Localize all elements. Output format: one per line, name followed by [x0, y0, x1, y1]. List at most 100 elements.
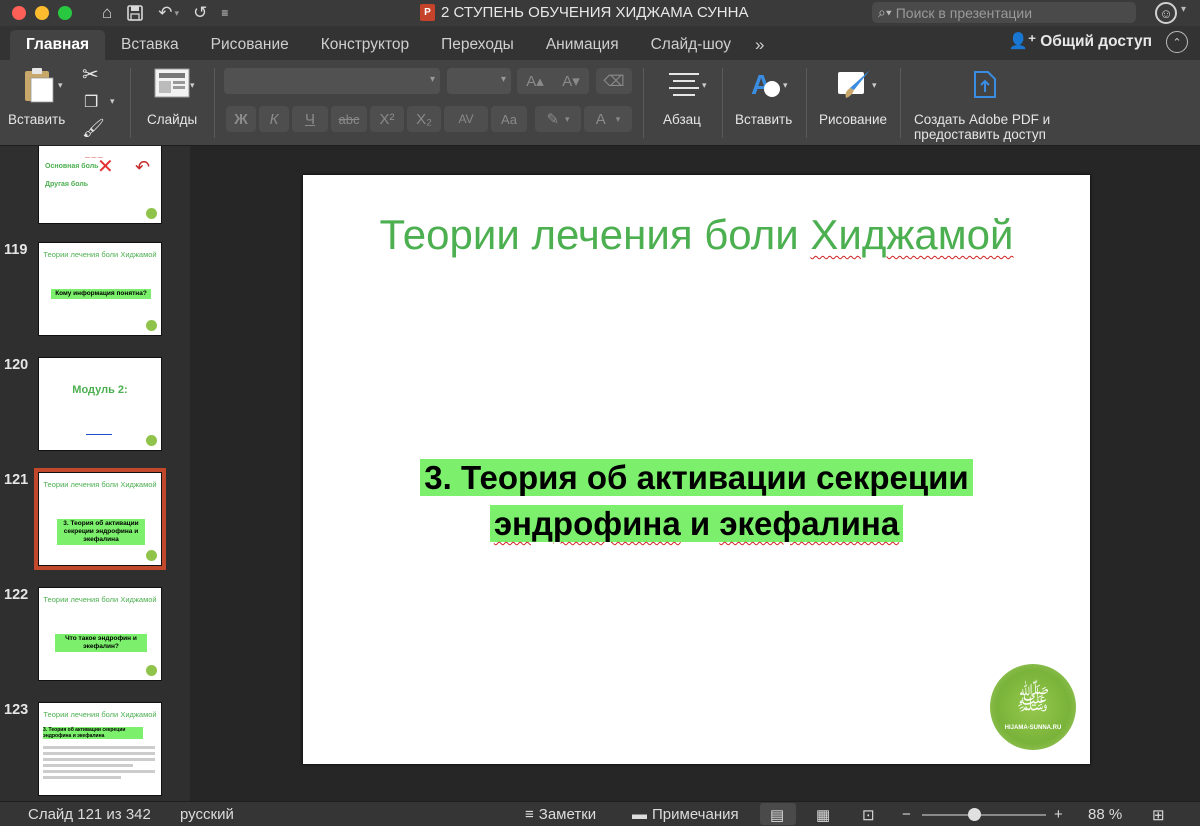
format-painter-icon[interactable]: 🖌 — [82, 118, 105, 139]
comment-icon: ▬ — [632, 806, 647, 823]
highlighter-icon: ✎ — [546, 111, 560, 128]
notes-button[interactable]: ≡ Заметки — [525, 806, 596, 823]
title-bar: ⌂ ↶ ▾ ↺ ≡ P 2 СТУПЕНЬ ОБУЧЕНИЯ ХИДЖАМА СУ… — [0, 0, 1200, 26]
insert-shapes-button[interactable]: A Вставить — [732, 68, 798, 138]
tab-slideshow[interactable]: Слайд-шоу — [635, 30, 747, 60]
slides-caret-icon[interactable]: ▾ — [190, 80, 195, 91]
feedback-smiley-icon[interactable]: ☺ — [1155, 2, 1177, 24]
tab-draw[interactable]: Рисование — [195, 30, 305, 60]
tab-insert[interactable]: Вставка — [105, 30, 195, 60]
font-name-field[interactable]: ▾ — [224, 68, 440, 94]
slide-sorter-icon[interactable]: ▦ — [816, 806, 830, 824]
comments-button[interactable]: ▬ Примечания — [632, 806, 739, 823]
curved-arrow-icon: ↶ — [135, 157, 151, 177]
search-input[interactable]: Поиск в презентации — [896, 5, 1032, 21]
slide-layout-icon — [154, 68, 190, 98]
slide-body-word-enkephalin: экефалина — [719, 505, 900, 542]
minimize-window-button[interactable] — [35, 6, 49, 20]
strikethrough-button[interactable]: abc — [331, 106, 367, 132]
tab-design[interactable]: Конструктор — [305, 30, 425, 60]
font-size-field[interactable]: ▾ — [447, 68, 511, 94]
slides-label: Слайды — [147, 112, 198, 127]
bold-button[interactable]: Ж — [226, 106, 256, 132]
thumb-highlight: 3. Теория об активации секреции эндрофин… — [43, 727, 143, 739]
character-spacing-button[interactable]: AV — [444, 106, 488, 132]
chevron-down-icon[interactable]: ▾ — [1181, 4, 1186, 15]
zoom-level[interactable]: 88 % — [1088, 806, 1122, 823]
slide-thumbnail-panel[interactable]: — — — Основная боль Другая боль ✕ ↶ 119 … — [0, 146, 190, 801]
hijama-sunna-logo: ﷺ HIJAMA-SUNNA.RU — [990, 664, 1076, 750]
save-icon[interactable] — [126, 4, 144, 22]
subscript-button[interactable]: X₂ — [407, 106, 441, 132]
copy-caret-icon[interactable]: ▾ — [110, 96, 115, 107]
create-adobe-pdf-button[interactable]: Создать Adobe PDF и предоставить доступ — [910, 68, 1060, 144]
thumb-line-1: Основная боль — [45, 163, 99, 170]
insert-caret-icon[interactable]: ▾ — [783, 80, 788, 91]
highlight-color-button[interactable]: ✎ ▾ — [535, 106, 581, 132]
clipboard-icon — [25, 68, 54, 103]
document-title-text: 2 СТУПЕНЬ ОБУЧЕНИЯ ХИДЖАМА СУННА — [441, 4, 749, 21]
share-button[interactable]: 👤⁺ Общий доступ — [1009, 32, 1152, 51]
close-window-button[interactable] — [12, 6, 26, 20]
slide-number: 122 — [4, 587, 29, 603]
undo-icon[interactable]: ↶ ▾ — [158, 3, 179, 23]
zoom-out-button[interactable]: − — [902, 806, 911, 823]
tab-home[interactable]: Главная — [10, 30, 106, 60]
home-icon[interactable]: ⌂ — [102, 3, 112, 23]
slide-thumbnail-122[interactable]: Теории лечения боли Хиджамой Что такое э… — [38, 587, 162, 681]
tab-transitions[interactable]: Переходы — [425, 30, 530, 60]
drawing-button[interactable]: Рисование — [816, 68, 892, 138]
font-color-button[interactable]: A ▾ — [584, 106, 632, 132]
paragraph-caret-icon[interactable]: ▾ — [702, 80, 707, 91]
paragraph-label: Абзац — [663, 112, 701, 127]
language-indicator[interactable]: русский — [180, 806, 234, 823]
cut-icon[interactable]: ✂ — [82, 62, 99, 87]
add-person-icon: 👤⁺ — [1008, 33, 1037, 50]
grow-font-button[interactable]: A▴ — [526, 72, 544, 90]
change-case-button[interactable]: Aa — [491, 106, 527, 132]
redo-icon[interactable]: ↺ — [193, 3, 207, 23]
maximize-window-button[interactable] — [58, 6, 72, 20]
logo-icon — [146, 435, 157, 446]
slide-thumbnail-118[interactable]: — — — Основная боль Другая боль ✕ ↶ — [38, 146, 162, 224]
paste-options-caret-icon[interactable]: ▾ — [58, 80, 63, 91]
tab-animations[interactable]: Анимация — [530, 30, 635, 60]
ribbon-separator — [806, 68, 807, 138]
slide-thumbnail-119[interactable]: Теории лечения боли Хиджамой Кому информ… — [38, 242, 162, 336]
thumb-body-text — [43, 743, 155, 782]
current-slide[interactable]: Теории лечения боли Хиджамой 3. Теория о… — [303, 175, 1090, 764]
shrink-font-button[interactable]: A▾ — [562, 72, 580, 90]
ribbon: Вставить ▾ ✂ ❐ ▾ 🖌 Слайды ▾ ▾ ▾ A▴ A▾ ⌫ … — [0, 60, 1200, 146]
zoom-slider-track[interactable] — [922, 814, 1046, 816]
thumb-line-2: Другая боль — [45, 181, 89, 188]
zoom-in-button[interactable]: + — [1054, 806, 1063, 823]
customize-toolbar-icon[interactable]: ≡ — [221, 6, 228, 20]
slide-number: 120 — [4, 357, 29, 373]
collapse-ribbon-icon[interactable]: ⌃ — [1166, 31, 1188, 53]
slides-button[interactable]: Слайды — [140, 68, 204, 138]
copy-icon[interactable]: ❐ — [84, 92, 98, 112]
slide-thumbnail-123[interactable]: Теории лечения боли Хиджамой 3. Теория о… — [38, 702, 162, 796]
more-tabs-icon[interactable]: » — [747, 30, 772, 60]
superscript-button[interactable]: X² — [370, 106, 404, 132]
paste-button[interactable]: Вставить — [8, 66, 68, 136]
ribbon-separator — [214, 68, 215, 138]
clear-formatting-icon[interactable]: ⌫ — [596, 68, 632, 94]
notes-icon: ≡ — [525, 806, 534, 823]
zoom-slider-handle[interactable] — [968, 808, 981, 821]
underline-button[interactable]: Ч — [292, 106, 328, 132]
search-box[interactable]: ⌕▾ Поиск в презентации — [872, 2, 1136, 23]
fit-to-window-icon[interactable]: ⊞ — [1152, 806, 1165, 824]
status-bar: Слайд 121 из 342 русский ≡ Заметки ▬ Приме… — [0, 801, 1200, 826]
drawing-caret-icon[interactable]: ▾ — [872, 80, 877, 91]
slide-body-text[interactable]: 3. Теория об активации секреции эндрофин… — [383, 455, 1010, 547]
slideshow-view-icon[interactable]: ⊡ — [862, 806, 875, 824]
slide-title[interactable]: Теории лечения боли Хиджамой — [303, 211, 1090, 259]
slide-thumbnail-120[interactable]: Модуль 2: — [38, 357, 162, 451]
thumb-highlight: 3. Теория об активации секреции эндрофин… — [57, 519, 145, 545]
italic-button[interactable]: К — [259, 106, 289, 132]
font-size-grow-shrink: A▴ A▾ — [517, 68, 589, 94]
slide-thumbnail-121[interactable]: Теории лечения боли Хиджамой 3. Теория о… — [34, 468, 166, 570]
window-controls — [12, 6, 72, 20]
logo-icon — [146, 320, 157, 331]
